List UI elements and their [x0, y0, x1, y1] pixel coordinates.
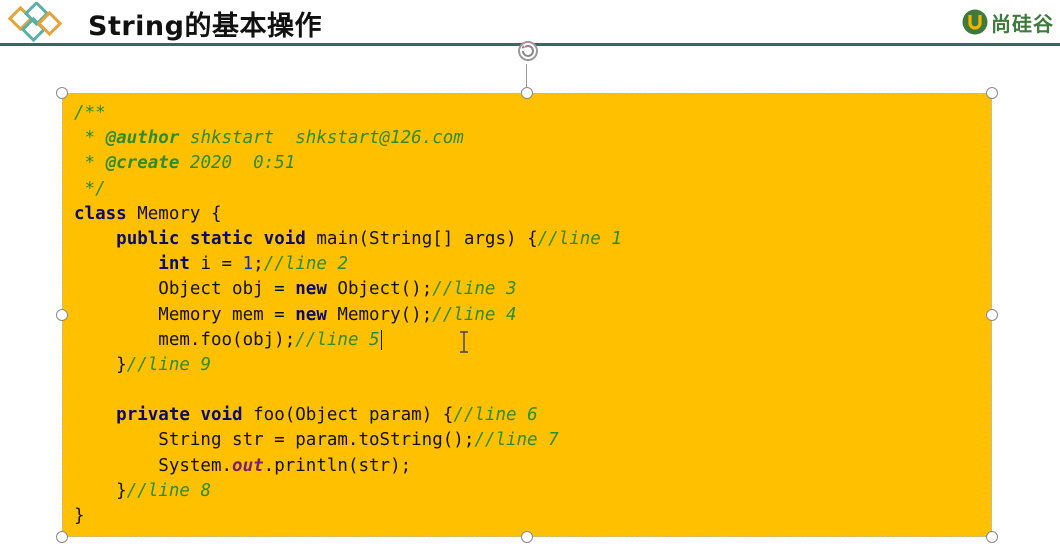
- code-token: System.: [74, 455, 233, 476]
- code-token: class: [74, 203, 127, 224]
- code-token: .println(str);: [263, 455, 412, 476]
- resize-handle-top-center[interactable]: [521, 87, 533, 99]
- code-token: //line 2: [263, 254, 348, 275]
- code-token: /**: [74, 103, 106, 123]
- code-token: }: [74, 506, 85, 526]
- code-token: new: [295, 279, 327, 300]
- code-line: class Memory {: [74, 202, 622, 227]
- code-token: //line 9: [126, 354, 211, 375]
- code-line: * @author shkstart shkstart@126.com: [74, 126, 622, 151]
- code-token: }: [74, 354, 127, 375]
- code-token: //line 3: [432, 279, 517, 300]
- code-line: Object obj = new Object();//line 3: [74, 277, 622, 302]
- code-token: //line 5: [295, 329, 380, 350]
- code-line: Memory mem = new Memory();//line 4: [74, 303, 622, 328]
- code-token: //line 4: [432, 304, 517, 325]
- slide-logo-icon: [7, 2, 63, 43]
- code-token: private void: [116, 405, 243, 426]
- resize-handle-bottom-right[interactable]: [986, 531, 998, 543]
- text-caret: [380, 329, 382, 350]
- code-token: //line 7: [474, 430, 559, 451]
- code-token: 1: [242, 254, 254, 275]
- resize-handle-middle-left[interactable]: [56, 309, 68, 321]
- code-token: @author: [105, 128, 180, 149]
- resize-handle-bottom-left[interactable]: [56, 531, 68, 543]
- code-token: main(String[] args) {: [305, 228, 538, 249]
- resize-handle-bottom-center[interactable]: [521, 531, 533, 543]
- code-line: mem.foo(obj);//line 5: [74, 328, 622, 353]
- code-token: */: [74, 178, 106, 199]
- code-block[interactable]: /** * @author shkstart shkstart@126.com …: [74, 101, 622, 529]
- code-token: out: [232, 455, 264, 476]
- code-token: Object();: [326, 279, 433, 300]
- code-line: * @create 2020 0:51: [74, 151, 622, 176]
- code-line: int i = 1;//line 2: [74, 252, 622, 277]
- code-token: String str = param.toString();: [74, 430, 475, 451]
- code-token: foo(Object param) {: [242, 405, 454, 426]
- code-token: }: [74, 480, 127, 501]
- brand-logo-icon: [962, 9, 988, 35]
- rotate-handle-icon[interactable]: [513, 37, 543, 67]
- resize-handle-top-right[interactable]: [986, 87, 998, 99]
- code-line: /**: [74, 101, 622, 126]
- code-line: private void foo(Object param) {//line 6: [74, 403, 622, 428]
- code-token: Memory mem =: [74, 304, 296, 325]
- code-line: String str = param.toString();//line 7: [74, 428, 622, 453]
- code-token: *: [74, 153, 106, 174]
- code-token: int: [158, 254, 190, 275]
- code-token: Memory {: [126, 203, 222, 224]
- code-token: shkstart shkstart@126.com: [179, 128, 464, 149]
- resize-handle-top-left[interactable]: [56, 87, 68, 99]
- code-line: }//line 8: [74, 479, 622, 504]
- code-line: System.out.println(str);: [74, 454, 622, 479]
- brand-logo: 尚硅谷: [961, 7, 1054, 37]
- resize-handle-middle-right[interactable]: [986, 309, 998, 321]
- code-token: new: [295, 304, 327, 325]
- code-token: Memory();: [326, 304, 433, 325]
- code-token: 2020 0:51: [179, 153, 296, 174]
- code-line: public static void main(String[] args) {…: [74, 227, 622, 252]
- code-token: Object obj =: [74, 279, 296, 300]
- text-cursor-icon: [460, 331, 468, 353]
- code-token: //line 6: [453, 405, 538, 426]
- code-token: //line 8: [126, 480, 211, 501]
- code-token: @create: [105, 153, 180, 174]
- code-token: *: [74, 128, 106, 149]
- code-token: public static void: [116, 228, 306, 249]
- code-line: }: [74, 504, 622, 529]
- code-token: ;: [253, 254, 264, 275]
- code-line: */: [74, 177, 622, 202]
- code-token: i =: [189, 254, 243, 275]
- code-token: mem.foo(obj);: [74, 329, 296, 350]
- brand-name: 尚硅谷: [991, 11, 1054, 36]
- code-line: }//line 9: [74, 353, 622, 378]
- slide-title: String的基本操作: [88, 11, 322, 42]
- code-token: //line 1: [537, 228, 622, 249]
